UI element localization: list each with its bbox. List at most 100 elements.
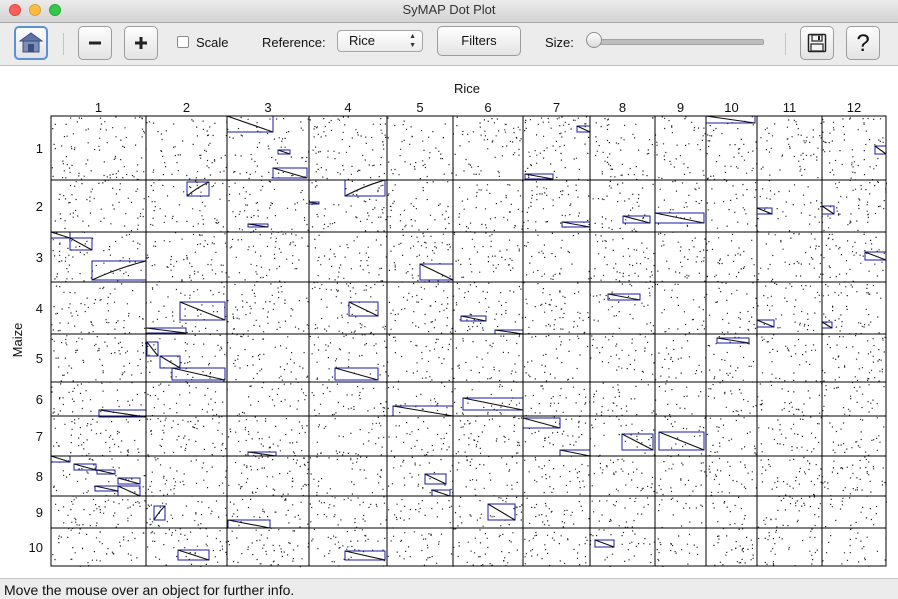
synteny-line [69, 237, 93, 251]
status-text: Move the mouse over an object for furthe… [4, 582, 295, 598]
synteny-line [874, 145, 887, 155]
updown-arrows-icon: ▲ ▼ [409, 33, 416, 49]
synteny-line [622, 215, 651, 224]
minimize-window-button[interactable] [29, 4, 41, 16]
synteny-line [419, 263, 454, 281]
chromosome-grid [50, 115, 887, 567]
x-chromosome-label: 6 [484, 100, 491, 115]
synteny-line [226, 115, 274, 133]
size-slider-thumb[interactable] [586, 32, 602, 48]
y-chromosome-labels: 1 2 3 4 5 6 7 8 9 10 [29, 141, 43, 555]
y-chromosome-label: 5 [36, 351, 43, 366]
synteny-line [247, 451, 277, 457]
synteny-line [159, 355, 181, 369]
floppy-disk-icon [807, 33, 827, 53]
dot-plot-canvas[interactable]: Rice Maize 1 2 3 4 5 6 7 8 9 10 11 12 1 2 3 4 5 6 7 8 9 10 [0, 66, 898, 578]
plus-icon [135, 37, 147, 49]
y-chromosome-label: 1 [36, 141, 43, 156]
synteny-line [705, 115, 756, 124]
synteny-line [424, 473, 447, 485]
y-axis-title: Maize [10, 323, 25, 358]
synteny-line [117, 477, 141, 485]
synteny-line [186, 181, 210, 197]
filters-button[interactable]: Filters [437, 26, 521, 56]
dot-plot-svg[interactable]: Rice Maize 1 2 3 4 5 6 7 8 9 10 11 12 12345678910 [0, 66, 898, 578]
x-chromosome-label: 11 [783, 100, 797, 115]
synteny-line [494, 329, 524, 335]
toolbar: Scale Reference: Rice ▲ ▼ Filters Size: ? [0, 23, 898, 66]
synteny-line [344, 550, 386, 561]
y-chromosome-label: 2 [36, 199, 43, 214]
zoom-in-button[interactable] [124, 26, 158, 60]
y-chromosome-label: 3 [36, 250, 43, 265]
y-chromosome-label: 4 [36, 301, 43, 316]
question-mark-icon: ? [856, 31, 869, 55]
synteny-line [334, 367, 379, 381]
synteny-block[interactable] [91, 260, 147, 281]
home-icon [19, 32, 43, 53]
toolbar-separator [63, 33, 64, 55]
synteny-line [145, 327, 187, 334]
synteny-line [756, 319, 775, 328]
synteny-line [431, 489, 451, 497]
home-button[interactable] [14, 26, 48, 60]
x-chromosome-label: 2 [183, 100, 190, 115]
synteny-line [658, 431, 705, 451]
synteny-line [561, 221, 591, 228]
synteny-line [227, 519, 271, 529]
window-titlebar: SyMAP Dot Plot [0, 0, 898, 23]
scale-label: Scale [196, 35, 229, 50]
synteny-line [171, 367, 226, 381]
synteny-line [716, 337, 750, 344]
synteny-line [177, 549, 210, 561]
x-chromosome-labels: 1 2 3 4 5 6 7 8 9 10 11 12 [95, 100, 861, 115]
synteny-line [117, 485, 141, 497]
x-chromosome-label: 1 [95, 100, 102, 115]
reference-label: Reference: [262, 35, 326, 50]
close-window-button[interactable] [9, 4, 21, 16]
y-chromosome-label: 6 [36, 392, 43, 407]
size-slider-track[interactable] [590, 39, 764, 45]
x-chromosome-label: 12 [847, 100, 861, 115]
reference-select-value: Rice [349, 33, 376, 48]
window-title: SyMAP Dot Plot [402, 2, 496, 17]
x-chromosome-label: 8 [619, 100, 626, 115]
hit-dots [51, 116, 887, 568]
size-label: Size: [545, 35, 574, 50]
x-chromosome-label: 5 [416, 100, 423, 115]
synteny-line [559, 449, 591, 457]
svg-text:?: ? [856, 31, 869, 55]
toolbar-separator [785, 33, 786, 55]
synteny-blocks [50, 115, 887, 561]
x-chromosome-label: 3 [264, 100, 271, 115]
maximize-window-button[interactable] [49, 4, 61, 16]
noise-dots [51, 116, 887, 568]
x-chromosome-label: 9 [677, 100, 684, 115]
plot-frame [50, 115, 887, 567]
status-bar: Move the mouse over an object for furthe… [0, 578, 898, 599]
x-axis-title: Rice [454, 81, 480, 96]
x-chromosome-label: 7 [553, 100, 560, 115]
synteny-line [654, 212, 705, 224]
x-chromosome-label: 4 [344, 100, 351, 115]
synteny-line [576, 125, 591, 133]
synteny-line [348, 301, 379, 317]
scale-checkbox[interactable] [177, 36, 189, 48]
y-chromosome-label: 7 [36, 429, 43, 444]
reference-select[interactable]: Rice ▲ ▼ [337, 30, 423, 52]
synteny-line [821, 321, 833, 329]
help-button[interactable]: ? [846, 26, 880, 60]
save-button[interactable] [800, 26, 834, 60]
synteny-line [462, 397, 524, 411]
zoom-out-button[interactable] [78, 26, 112, 60]
minus-icon [89, 41, 101, 45]
synteny-line [607, 293, 641, 301]
synteny-line [50, 455, 71, 463]
y-chromosome-label: 9 [36, 505, 43, 520]
synteny-line [821, 205, 835, 215]
synteny-line [73, 463, 97, 471]
x-chromosome-label: 10 [724, 100, 738, 115]
synteny-line [864, 251, 887, 261]
synteny-line [392, 405, 454, 417]
synteny-line [91, 260, 147, 281]
